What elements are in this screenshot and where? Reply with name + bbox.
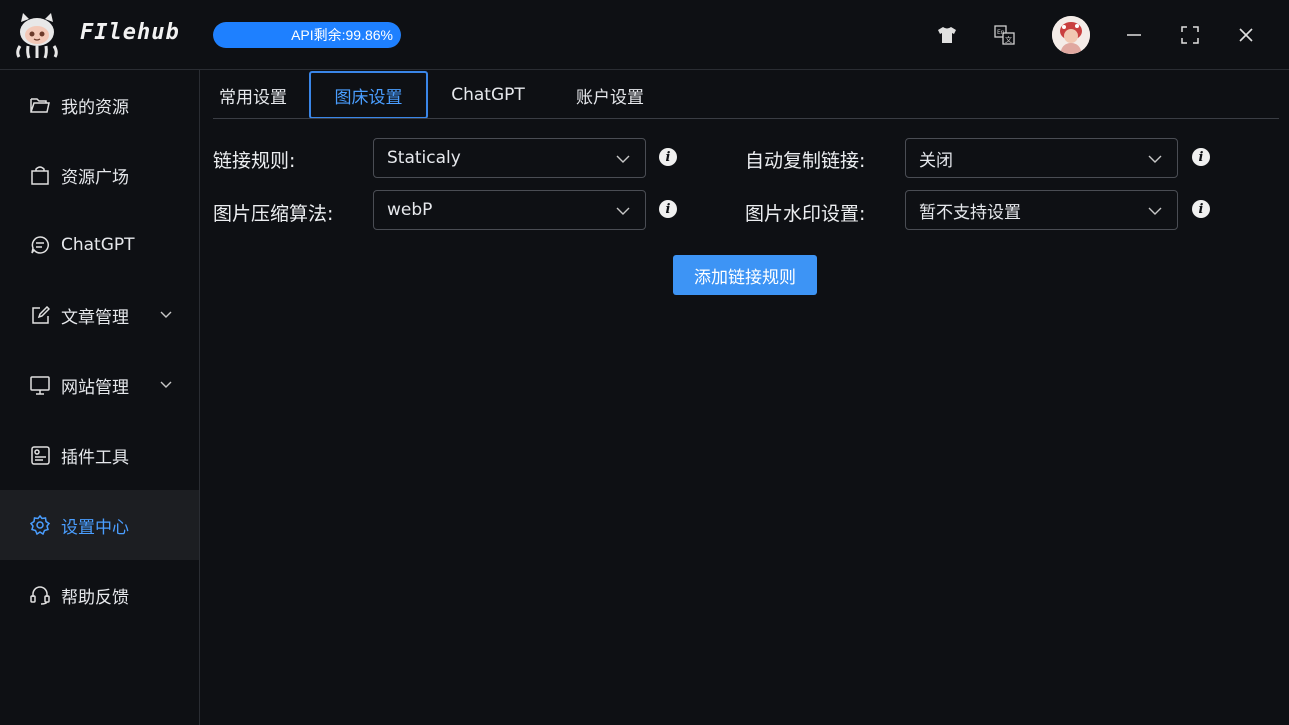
sidebar-item-label: 插件工具 xyxy=(61,447,129,468)
api-quota-badge: API剩余:99.86% xyxy=(213,22,401,48)
chevron-down-icon xyxy=(1147,151,1163,167)
svg-text:En: En xyxy=(997,29,1005,36)
chat-bubble-icon xyxy=(30,235,50,255)
tab-divider xyxy=(213,118,1279,119)
info-icon[interactable]: i xyxy=(1192,148,1210,166)
folder-icon xyxy=(30,95,50,115)
chevron-down-icon xyxy=(615,151,631,167)
sidebar-item-label: 设置中心 xyxy=(61,517,129,538)
auto-copy-label: 自动复制链接: xyxy=(745,150,866,172)
sidebar-item-settings[interactable]: 设置中心 xyxy=(0,490,199,560)
compress-label: 图片压缩算法: xyxy=(213,203,334,225)
info-icon[interactable]: i xyxy=(659,200,677,218)
monitor-icon xyxy=(30,375,50,395)
octocat-logo xyxy=(12,10,62,60)
chevron-down-icon xyxy=(1147,203,1163,219)
minimize-icon[interactable] xyxy=(1119,20,1149,50)
compress-value: webP xyxy=(387,200,433,220)
watermark-value: 暂不支持设置 xyxy=(919,202,1021,223)
sidebar-item-label: 资源广场 xyxy=(61,167,129,188)
sidebar-item-help-feedback[interactable]: 帮助反馈 xyxy=(0,560,199,630)
tshirt-icon[interactable] xyxy=(932,20,962,50)
headset-icon xyxy=(30,585,50,605)
chevron-down-icon xyxy=(615,203,631,219)
auto-copy-value: 关闭 xyxy=(919,150,953,171)
settings-tabs: 常用设置 图床设置 ChatGPT 账户设置 xyxy=(200,70,1289,120)
tab-image-hosting-settings[interactable]: 图床设置 xyxy=(309,71,428,119)
sidebar: 我的资源 资源广场 ChatGPT 文章管理 网站管理 插件工具 设置中心 帮助… xyxy=(0,70,200,725)
plugin-icon xyxy=(30,445,50,465)
gear-icon xyxy=(30,515,50,535)
link-rule-select[interactable]: Staticaly xyxy=(373,138,646,178)
compress-select[interactable]: webP xyxy=(373,190,646,230)
edit-icon xyxy=(30,305,50,325)
sidebar-item-site-management[interactable]: 网站管理 xyxy=(0,350,199,420)
tab-general-settings[interactable]: 常用设置 xyxy=(205,71,301,119)
translate-icon[interactable]: En 文 xyxy=(990,20,1020,50)
sidebar-item-label: ChatGPT xyxy=(61,235,135,255)
info-icon[interactable]: i xyxy=(1192,200,1210,218)
sidebar-item-my-resources[interactable]: 我的资源 xyxy=(0,70,199,140)
auto-copy-select[interactable]: 关闭 xyxy=(905,138,1178,178)
add-link-rule-button[interactable]: 添加链接规则 xyxy=(673,255,817,295)
chevron-down-icon[interactable] xyxy=(158,376,174,392)
sidebar-item-article-management[interactable]: 文章管理 xyxy=(0,280,199,350)
tab-chatgpt[interactable]: ChatGPT xyxy=(438,71,538,119)
api-quota-text: API剩余:99.86% xyxy=(291,27,393,43)
sidebar-item-label: 网站管理 xyxy=(61,377,129,398)
link-rule-label: 链接规则: xyxy=(213,150,296,172)
app-title: FIlehub xyxy=(80,20,180,45)
watermark-select[interactable]: 暂不支持设置 xyxy=(905,190,1178,230)
shopping-bag-icon xyxy=(30,165,50,185)
sidebar-item-chatgpt[interactable]: ChatGPT xyxy=(0,210,199,280)
info-icon[interactable]: i xyxy=(659,148,677,166)
sidebar-item-plugin-tools[interactable]: 插件工具 xyxy=(0,420,199,490)
link-rule-value: Staticaly xyxy=(387,148,461,168)
title-bar: FIlehub API剩余:99.86% En 文 xyxy=(0,0,1289,70)
sidebar-item-label: 帮助反馈 xyxy=(61,587,129,608)
tab-account-settings[interactable]: 账户设置 xyxy=(562,71,658,119)
svg-text:文: 文 xyxy=(1005,35,1012,44)
sidebar-item-label: 文章管理 xyxy=(61,307,129,328)
maximize-icon[interactable] xyxy=(1175,20,1205,50)
watermark-label: 图片水印设置: xyxy=(745,203,866,225)
close-icon[interactable] xyxy=(1231,20,1261,50)
sidebar-item-resource-square[interactable]: 资源广场 xyxy=(0,140,199,210)
chevron-down-icon[interactable] xyxy=(158,306,174,322)
avatar[interactable] xyxy=(1052,16,1090,54)
sidebar-item-label: 我的资源 xyxy=(61,97,129,118)
